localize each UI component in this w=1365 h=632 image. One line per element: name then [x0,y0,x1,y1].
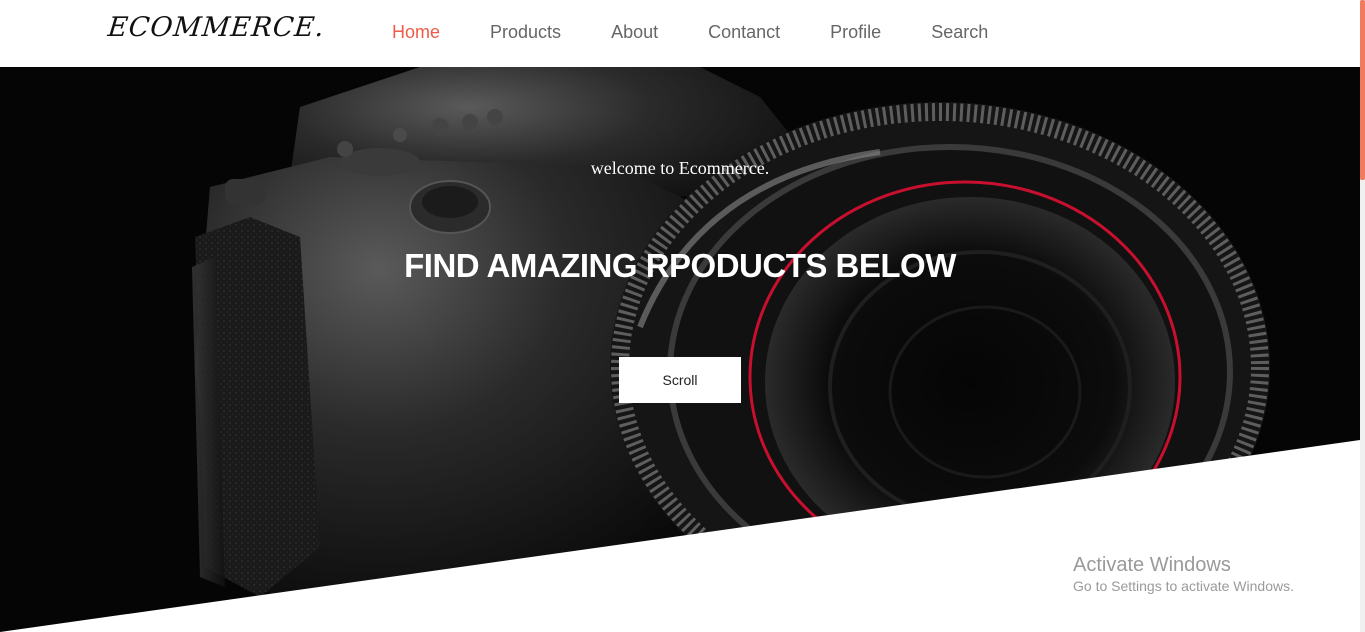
activate-windows-watermark: Activate Windows Go to Settings to activ… [1073,553,1294,595]
navbar: ECOMMERCE. Home Products About Contanct … [0,0,1360,67]
page: ECOMMERCE. Home Products About Contanct … [0,0,1365,632]
nav-menu: Home Products About Contanct Profile Sea… [392,19,1038,45]
nav-item-contact[interactable]: Contanct [708,22,780,43]
watermark-subtitle: Go to Settings to activate Windows. [1073,578,1294,594]
nav-item-about[interactable]: About [611,22,658,43]
hero-section: welcome to Ecommerce. FIND AMAZING RPODU… [0,67,1360,632]
nav-item-profile[interactable]: Profile [830,22,881,43]
scrollbar-thumb[interactable] [1360,0,1365,180]
logo[interactable]: ECOMMERCE. [106,12,326,43]
nav-item-products[interactable]: Products [490,22,561,43]
diagonal-divider [0,440,1360,632]
watermark-title: Activate Windows [1073,554,1231,576]
nav-item-search[interactable]: Search [931,22,988,43]
nav-item-home[interactable]: Home [392,22,440,43]
